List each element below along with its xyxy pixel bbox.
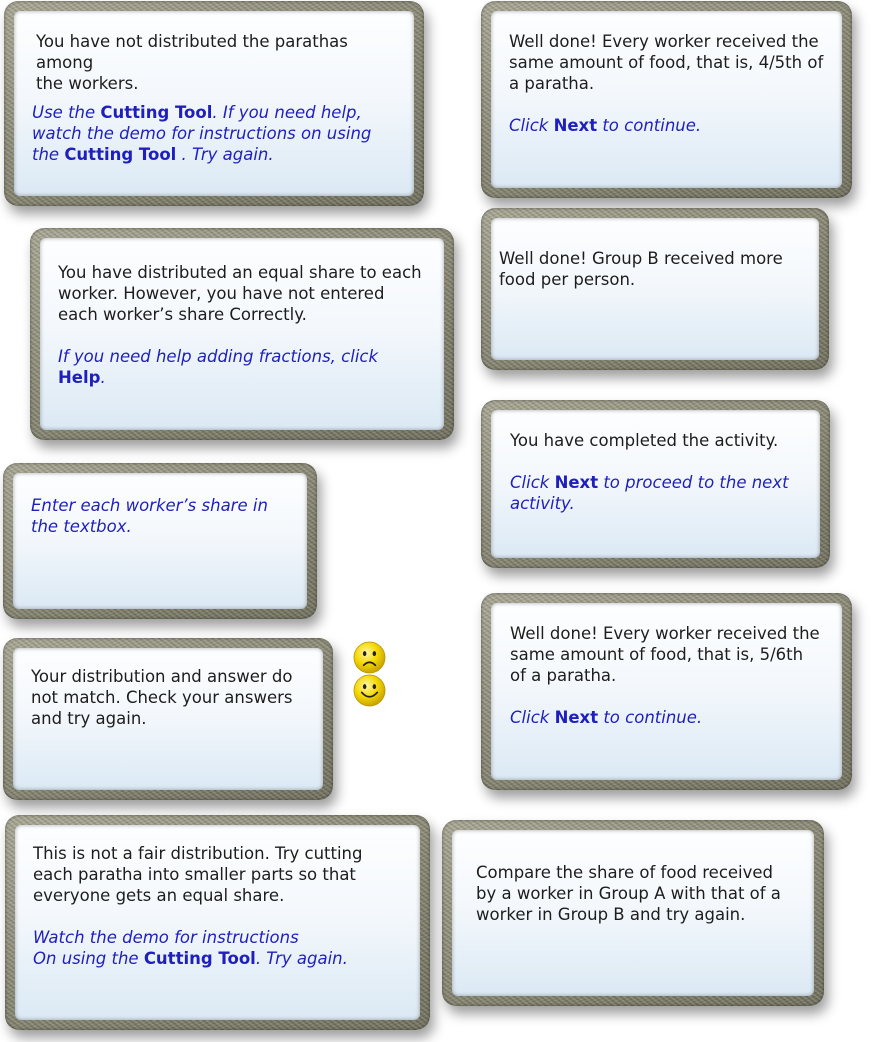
- feedback-not-fair: This is not a fair distribution. Try cut…: [5, 815, 430, 1030]
- feedback-hint: Click Next to continue.: [510, 708, 703, 727]
- feedback-group-b: Well done! Group B received more food pe…: [481, 208, 829, 370]
- feedback-hint: Click Next to continue.: [509, 116, 702, 135]
- feedback-text: You have not distributed the parathas am…: [36, 32, 348, 93]
- feedback-text: This is not a fair distribution. Try cut…: [33, 844, 363, 905]
- cutting-tool-label: Cutting Tool: [100, 103, 213, 122]
- feedback-not-distributed: You have not distributed the parathas am…: [4, 1, 424, 206]
- feedback-well-done-5-6-content: Well done! Every worker received the sam…: [491, 603, 842, 780]
- feedback-text: You have completed the activity.: [510, 431, 779, 450]
- feedback-hint: Use the Cutting Tool. If you need help, …: [32, 103, 372, 164]
- next-label: Next: [554, 708, 599, 727]
- next-label: Next: [554, 473, 599, 492]
- cutting-tool-label: Cutting Tool: [64, 145, 177, 164]
- feedback-well-done-5-6: Well done! Every worker received the sam…: [481, 593, 852, 790]
- feedback-enter-share: Enter each worker’s share in the textbox…: [3, 463, 317, 619]
- feedback-text: Well done! Every worker received the sam…: [510, 624, 820, 685]
- feedback-enter-share-content: Enter each worker’s share in the textbox…: [13, 473, 307, 609]
- feedback-not-distributed-content: You have not distributed the parathas am…: [14, 11, 414, 196]
- cutting-tool-label: Cutting Tool: [143, 949, 256, 968]
- feedback-hint: Click Next to proceed to the next activi…: [510, 473, 789, 513]
- feedback-group-b-content: Well done! Group B received more food pe…: [491, 218, 819, 360]
- feedback-mismatch-content: Your distribution and answer do not matc…: [13, 648, 323, 790]
- feedback-not-fair-content: This is not a fair distribution. Try cut…: [15, 825, 420, 1020]
- feedback-mismatch: Your distribution and answer do not matc…: [3, 638, 333, 800]
- feedback-text: Your distribution and answer do not matc…: [31, 667, 293, 728]
- feedback-text: Compare the share of food received by a …: [476, 863, 781, 924]
- feedback-equal-share-not-entered: You have distributed an equal share to e…: [30, 228, 454, 440]
- feedback-hint: Enter each worker’s share in the textbox…: [31, 496, 268, 536]
- feedback-compare: Compare the share of food received by a …: [442, 820, 824, 1006]
- next-label: Next: [553, 116, 598, 135]
- sad-face-icon: [353, 641, 386, 674]
- feedback-well-done-4-5: Well done! Every worker received the sam…: [481, 1, 852, 198]
- feedback-text: Well done! Group B received more food pe…: [499, 249, 783, 289]
- feedback-hint: If you need help adding fractions, click…: [58, 347, 379, 387]
- feedback-equal-share-content: You have distributed an equal share to e…: [40, 238, 444, 430]
- feedback-text: Well done! Every worker received the sam…: [509, 32, 824, 93]
- help-label: Help: [58, 368, 101, 387]
- feedback-text: You have distributed an equal share to e…: [58, 263, 422, 324]
- feedback-hint: Watch the demo for instructions On using…: [33, 928, 348, 968]
- feedback-completed: You have completed the activity. Click N…: [481, 400, 830, 568]
- feedback-well-done-4-5-content: Well done! Every worker received the sam…: [491, 11, 842, 188]
- feedback-compare-content: Compare the share of food received by a …: [452, 830, 814, 996]
- happy-face-icon: [353, 674, 386, 707]
- feedback-completed-content: You have completed the activity. Click N…: [491, 410, 820, 558]
